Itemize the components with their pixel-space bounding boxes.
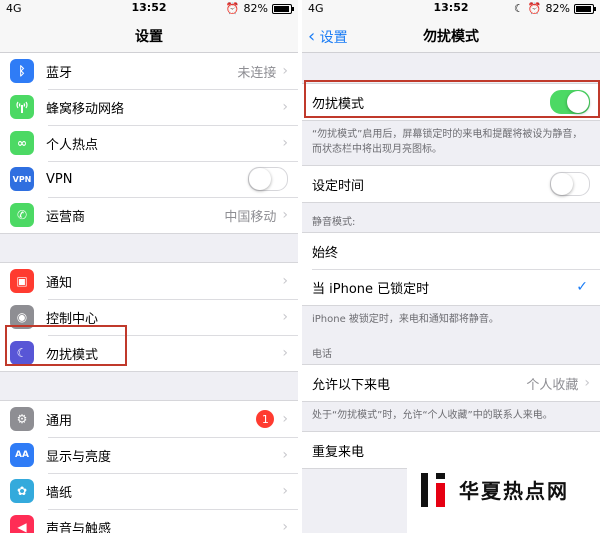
page-title: 勿扰模式: [423, 29, 479, 45]
chevron-right-icon: ›: [282, 99, 288, 115]
row-label: 声音与触感: [46, 521, 112, 533]
row-label: 勿扰模式: [46, 347, 99, 363]
silence-group: 始终 当 iPhone 已锁定时 ✓: [302, 232, 600, 306]
alarm-icon: ⏰: [527, 2, 542, 15]
settings-row-do-not-disturb[interactable]: ☾ 勿扰模式 ›: [0, 335, 298, 371]
battery-icon: [272, 3, 294, 14]
row-value: 未连接: [237, 65, 277, 81]
dnd-note: “勿扰模式”启用后，屏幕锁定时的来电和提醒将被设为静音，而状态栏中将出现月亮图标…: [312, 129, 583, 155]
allow-calls-row[interactable]: 允许以下来电 个人收藏 ›: [302, 365, 600, 401]
vpn-toggle[interactable]: [248, 167, 288, 191]
moon-icon: ☾: [10, 341, 34, 365]
moon-status-icon: ☾: [513, 2, 524, 15]
status-bar: 4G 13:52 ☾ ⏰ 82%: [302, 0, 600, 18]
status-bar: 4G 13:52 ⏰ 82%: [0, 0, 298, 18]
locked-note: iPhone 被锁定时，来电和通知都将静音。: [312, 314, 499, 325]
system-group: ▣ 通知 › ◉ 控制中心 › ☾ 勿扰模式 ›: [0, 262, 298, 372]
schedule-toggle[interactable]: [550, 172, 590, 196]
phone-header: 电话: [312, 349, 332, 360]
watermark: 华夏热点网: [407, 446, 600, 533]
schedule-row[interactable]: 设定时间: [302, 166, 600, 202]
settings-row-display[interactable]: AA 显示与亮度 ›: [0, 437, 298, 473]
wallpaper-icon: ✿: [10, 479, 34, 503]
battery-percent: 82%: [545, 2, 570, 15]
hotspot-icon: ∞: [10, 131, 34, 155]
chevron-right-icon: ›: [282, 345, 288, 361]
schedule-group: 设定时间: [302, 165, 600, 203]
chevron-right-icon: ›: [282, 273, 288, 289]
settings-screen: 4G 13:52 ⏰ 82% 设置 ᛒ 蓝牙 未连接 › 蜂窝移动网络 › ∞ …: [0, 0, 298, 533]
dnd-group: 勿扰模式: [302, 83, 600, 121]
settings-row-bluetooth[interactable]: ᛒ 蓝牙 未连接 ›: [0, 53, 298, 89]
row-label: 允许以下来电: [312, 377, 391, 393]
settings-row-hotspot[interactable]: ∞ 个人热点 ›: [0, 125, 298, 161]
row-label: 设定时间: [312, 178, 365, 194]
settings-row-notifications[interactable]: ▣ 通知 ›: [0, 263, 298, 299]
sound-icon: ◀: [10, 515, 34, 533]
cellular-icon: [10, 95, 34, 119]
settings-row-cellular[interactable]: 蜂窝移动网络 ›: [0, 89, 298, 125]
chevron-right-icon: ›: [282, 309, 288, 325]
connectivity-group: ᛒ 蓝牙 未连接 › 蜂窝移动网络 › ∞ 个人热点 › VPN VPN ✆ 运…: [0, 53, 298, 234]
nav-bar: ‹ 设置 勿扰模式: [302, 18, 600, 53]
silence-locked-row[interactable]: 当 iPhone 已锁定时 ✓: [302, 269, 600, 305]
row-label: VPN: [46, 171, 73, 187]
chevron-right-icon: ›: [282, 447, 288, 463]
notification-icon: ▣: [10, 269, 34, 293]
chevron-right-icon: ›: [282, 519, 288, 533]
row-value: 中国移动: [224, 209, 277, 225]
row-label: 墙纸: [46, 485, 73, 501]
settings-row-sounds[interactable]: ◀ 声音与触感 ›: [0, 509, 298, 533]
vpn-icon: VPN: [10, 167, 34, 191]
row-label: 蜂窝移动网络: [46, 101, 125, 117]
settings-row-control-center[interactable]: ◉ 控制中心 ›: [0, 299, 298, 335]
allow-note: 处于“勿扰模式”时，允许“个人收藏”中的联系人来电。: [312, 410, 553, 421]
alarm-icon: ⏰: [225, 2, 240, 15]
general-group: ⚙ 通用 1 › AA 显示与亮度 › ✿ 墙纸 › ◀ 声音与触感 ›: [0, 400, 298, 533]
silence-always-row[interactable]: 始终: [302, 233, 600, 269]
row-label: 始终: [312, 245, 339, 261]
control-center-icon: ◉: [10, 305, 34, 329]
chevron-right-icon: ›: [282, 207, 288, 223]
chevron-right-icon: ›: [282, 63, 288, 79]
settings-row-general[interactable]: ⚙ 通用 1 ›: [0, 401, 298, 437]
bluetooth-icon: ᛒ: [10, 59, 34, 83]
settings-row-wallpaper[interactable]: ✿ 墙纸 ›: [0, 473, 298, 509]
row-label: 控制中心: [46, 311, 99, 327]
phone-group: 允许以下来电 个人收藏 ›: [302, 364, 600, 402]
settings-row-vpn[interactable]: VPN VPN: [0, 161, 298, 197]
chevron-right-icon: ›: [584, 375, 590, 391]
watermark-logo-icon: [421, 472, 449, 507]
settings-row-carrier[interactable]: ✆ 运营商 中国移动 ›: [0, 197, 298, 233]
watermark-text: 华夏热点网: [459, 479, 569, 503]
chevron-right-icon: ›: [282, 135, 288, 151]
chevron-right-icon: ›: [282, 411, 288, 427]
page-title: 设置: [135, 29, 163, 45]
update-badge: 1: [256, 410, 275, 428]
silence-header: 静音模式:: [312, 217, 356, 228]
gear-icon: ⚙: [10, 407, 34, 431]
row-label: 当 iPhone 已锁定时: [312, 281, 430, 297]
row-label: 显示与亮度: [46, 449, 112, 465]
row-value: 个人收藏: [526, 377, 579, 393]
row-label: 通知: [46, 275, 73, 291]
phone-icon: ✆: [10, 203, 34, 227]
battery-percent: 82%: [243, 2, 268, 15]
nav-bar: 设置: [0, 18, 298, 53]
dnd-toggle[interactable]: [550, 90, 590, 114]
display-icon: AA: [10, 443, 34, 467]
checkmark-icon: ✓: [576, 279, 588, 295]
row-label: 运营商: [46, 209, 86, 225]
row-label: 通用: [46, 413, 73, 429]
row-label: 勿扰模式: [312, 96, 365, 112]
row-label: 个人热点: [46, 137, 99, 153]
dnd-row[interactable]: 勿扰模式: [302, 84, 600, 120]
chevron-right-icon: ›: [282, 483, 288, 499]
row-label: 蓝牙: [46, 65, 73, 81]
battery-icon: [574, 3, 596, 14]
